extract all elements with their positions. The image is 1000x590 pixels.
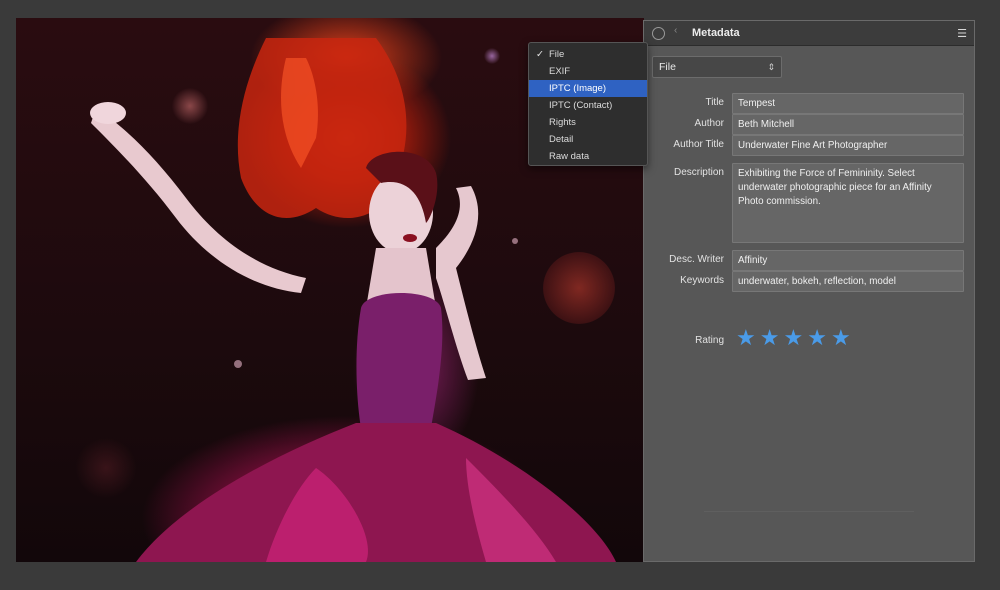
schema-selector-row: File ⇕ <box>652 56 968 78</box>
dropdown-item-label: Rights <box>549 117 576 128</box>
dropdown-item-label: IPTC (Contact) <box>549 100 613 111</box>
title-field[interactable]: Tempest <box>732 93 964 114</box>
desc-writer-label: Desc. Writer <box>669 254 724 265</box>
updown-arrows-icon: ⇕ <box>767 62 775 72</box>
star-icon[interactable]: ★ <box>760 327 780 349</box>
metadata-panel: ‹ Metadata ☰ File ⇕ Title Tempest Author… <box>643 20 975 562</box>
star-icon[interactable]: ★ <box>783 327 803 349</box>
keywords-field[interactable]: underwater, bokeh, reflection, model <box>732 271 964 292</box>
info-circle-icon[interactable] <box>652 27 665 40</box>
dropdown-item[interactable]: ✓ File <box>529 46 647 63</box>
dropdown-item[interactable]: IPTC (Image) <box>529 80 647 97</box>
hamburger-menu-icon[interactable]: ☰ <box>957 27 967 40</box>
star-icon[interactable]: ★ <box>807 327 827 349</box>
star-icon[interactable]: ★ <box>736 327 756 349</box>
author-label: Author <box>694 118 724 129</box>
dropdown-item-label: File <box>549 49 565 60</box>
panel-header: ‹ Metadata ☰ <box>644 21 974 46</box>
rating-stars[interactable]: ★ ★ ★ ★ ★ <box>736 327 851 349</box>
dropdown-item[interactable]: EXIF <box>529 63 647 80</box>
dropdown-item[interactable]: Detail <box>529 131 647 148</box>
rating-label: Rating <box>695 335 724 346</box>
chevron-left-icon[interactable]: ‹ <box>674 25 677 36</box>
schema-select-value: File <box>659 61 676 73</box>
description-field[interactable]: Exhibiting the Force of Femininity. Sele… <box>732 163 964 243</box>
dropdown-item[interactable]: Raw data <box>529 148 647 165</box>
dropdown-item[interactable]: Rights <box>529 114 647 131</box>
dropdown-item-label: Raw data <box>549 151 590 162</box>
panel-title: Metadata <box>692 27 740 39</box>
dropdown-item-label: Detail <box>549 134 574 145</box>
dropdown-item-label: EXIF <box>549 66 571 77</box>
keywords-label: Keywords <box>680 275 724 286</box>
schema-dropdown-menu: ✓ File EXIF IPTC (Image) IPTC (Contact) Right… <box>528 42 648 166</box>
dropdown-item[interactable]: IPTC (Contact) <box>529 97 647 114</box>
author-title-label: Author Title <box>673 139 724 150</box>
dropdown-item-label: IPTC (Image) <box>549 83 607 94</box>
description-label: Description <box>673 167 724 178</box>
desc-writer-field[interactable]: Affinity <box>732 250 964 271</box>
divider <box>704 511 914 512</box>
author-field[interactable]: Beth Mitchell <box>732 114 964 135</box>
schema-select[interactable]: File ⇕ <box>652 56 782 78</box>
author-title-field[interactable]: Underwater Fine Art Photographer <box>732 135 964 156</box>
title-label: Title <box>705 97 724 108</box>
star-icon[interactable]: ★ <box>831 327 851 349</box>
checkmark-icon: ✓ <box>536 49 544 60</box>
